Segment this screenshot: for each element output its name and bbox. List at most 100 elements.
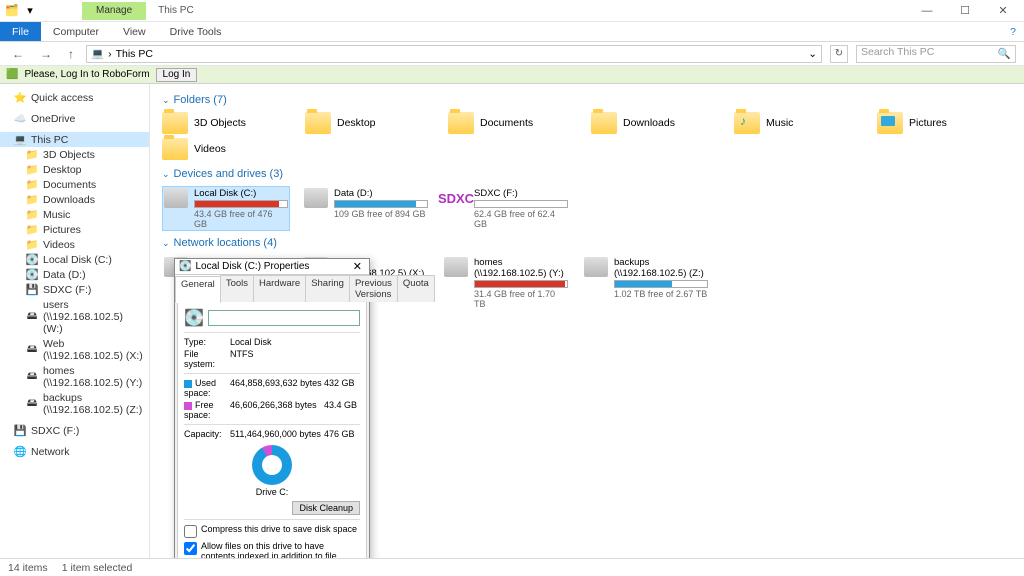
help-icon[interactable]: ?: [1010, 22, 1024, 41]
sidebar-this-pc[interactable]: 💻This PC: [0, 132, 149, 147]
sdcard-icon: 💾: [26, 284, 38, 296]
quick-access-toolbar: 🗂️ ▾: [0, 3, 42, 19]
disk-cleanup-button[interactable]: Disk Cleanup: [292, 501, 360, 515]
tab-tools[interactable]: Tools: [220, 275, 254, 302]
sidebar-item[interactable]: 📁Pictures: [0, 222, 149, 237]
sidebar-item[interactable]: 📁Desktop: [0, 162, 149, 177]
contextual-tab-manage[interactable]: Manage: [82, 2, 146, 20]
tab-drive-tools[interactable]: Drive Tools: [158, 22, 234, 41]
network-drive-item[interactable]: homes (\\192.168.102.5) (Y:)31.4 GB free…: [442, 255, 570, 311]
sidebar-item[interactable]: 📁 Videos: [0, 237, 149, 252]
network-drive-icon: 🖴: [26, 371, 38, 383]
close-button[interactable]: ✕: [990, 4, 1016, 17]
folder-item[interactable]: 3D Objects: [162, 112, 297, 134]
sidebar-item[interactable]: 🖴Web (\\192.168.102.5) (X:): [0, 336, 149, 363]
sidebar-item-label: Local Disk (C:): [43, 254, 112, 266]
roboform-bar: 🟩 Please, Log In to RoboForm Log In: [0, 66, 1024, 84]
sidebar-item-label: OneDrive: [31, 113, 75, 125]
status-item-count: 14 items: [8, 562, 48, 574]
sidebar-item-label: Videos: [43, 239, 75, 251]
folder-item[interactable]: Downloads: [591, 112, 726, 134]
sidebar-item[interactable]: 💽Local Disk (C:): [0, 252, 149, 267]
star-icon: ⭐: [14, 92, 26, 104]
roboform-message: Please, Log In to RoboForm: [24, 69, 149, 80]
sidebar-item[interactable]: 📁Music: [0, 207, 149, 222]
section-header-folders[interactable]: Folders (7): [162, 94, 1012, 106]
free-bytes: 46,606,266,368 bytes: [230, 400, 324, 420]
roboform-icon: 🟩: [6, 69, 18, 80]
dialog-titlebar[interactable]: 💽 Local Disk (C:) Properties ✕: [175, 259, 369, 275]
maximize-button[interactable]: ☐: [952, 4, 978, 17]
folder-label: Documents: [480, 117, 533, 129]
folder-label: Videos: [194, 143, 226, 155]
folder-label: Downloads: [623, 117, 675, 129]
drive-item[interactable]: Local Disk (C:)43.4 GB free of 476 GB: [162, 186, 290, 231]
sidebar-item-label: Documents: [43, 179, 96, 191]
hdd-icon: [164, 188, 188, 208]
drive-item[interactable]: SDXCSDXC (F:)62.4 GB free of 62.4 GB: [442, 186, 570, 231]
drives-row: Local Disk (C:)43.4 GB free of 476 GB Dat…: [162, 186, 1012, 231]
checkbox-label: Allow files on this drive to have conten…: [201, 541, 360, 558]
checkbox-label: Compress this drive to save disk space: [201, 524, 357, 534]
pc-icon: 💻: [14, 134, 26, 146]
sidebar-item-label: SDXC (F:): [31, 425, 79, 437]
network-drive-item[interactable]: backups (\\192.168.102.5) (Z:)1.02 TB fr…: [582, 255, 710, 311]
tab-previous-versions[interactable]: Previous Versions: [349, 275, 398, 302]
sidebar-quick-access[interactable]: ⭐Quick access: [0, 90, 149, 105]
drive-item[interactable]: Data (D:)109 GB free of 894 GB: [302, 186, 430, 231]
folder-item[interactable]: Documents: [448, 112, 583, 134]
sidebar-item-label: Pictures: [43, 224, 81, 236]
dialog-close-button[interactable]: ✕: [350, 260, 365, 273]
nav-forward-button[interactable]: →: [36, 47, 56, 61]
folder-item[interactable]: Pictures: [877, 112, 1012, 134]
sidebar-item[interactable]: 💽Data (D:): [0, 267, 149, 282]
nav-up-button[interactable]: ↑: [64, 47, 78, 61]
folder-item[interactable]: Music: [734, 112, 869, 134]
index-checkbox[interactable]: Allow files on this drive to have conten…: [184, 541, 360, 558]
filesystem-label: File system:: [184, 349, 230, 369]
folder-item[interactable]: Desktop: [305, 112, 440, 134]
minimize-button[interactable]: —: [914, 5, 940, 17]
tab-quota[interactable]: Quota: [397, 275, 435, 302]
drive-label-input[interactable]: [208, 310, 360, 326]
sidebar-onedrive[interactable]: ☁️OneDrive: [0, 111, 149, 126]
sidebar-item[interactable]: 📁3D Objects: [0, 147, 149, 162]
folder-label: Pictures: [909, 117, 947, 129]
sidebar-item[interactable]: 🖴homes (\\192.168.102.5) (Y:): [0, 363, 149, 390]
tab-computer[interactable]: Computer: [41, 22, 111, 41]
section-header-drives[interactable]: Devices and drives (3): [162, 168, 1012, 180]
folder-item[interactable]: Videos: [162, 138, 297, 160]
compress-checkbox[interactable]: Compress this drive to save disk space: [184, 524, 360, 538]
chevron-down-icon[interactable]: ⌄: [808, 48, 817, 60]
breadcrumb-segment[interactable]: This PC: [116, 48, 153, 60]
window-title: This PC: [158, 5, 194, 16]
tab-view[interactable]: View: [111, 22, 158, 41]
folder-icon: 📁: [26, 239, 38, 251]
sidebar-item[interactable]: 📁Documents: [0, 177, 149, 192]
dialog-title: Local Disk (C:) Properties: [195, 261, 309, 272]
sidebar-item-label: Music: [43, 209, 70, 221]
sidebar-item[interactable]: 💾SDXC (F:): [0, 282, 149, 297]
sidebar-item[interactable]: 🖴backups (\\192.168.102.5) (Z:): [0, 390, 149, 417]
qat-dropdown-icon[interactable]: ▾: [22, 3, 38, 19]
search-input[interactable]: Search This PC 🔍: [856, 45, 1016, 63]
capacity-gb: 476 GB: [324, 429, 360, 439]
folder-icon: [162, 138, 188, 160]
status-selection: 1 item selected: [62, 562, 133, 574]
tab-sharing[interactable]: Sharing: [305, 275, 350, 302]
tab-hardware[interactable]: Hardware: [253, 275, 306, 302]
breadcrumb[interactable]: 💻 › This PC ⌄: [86, 45, 822, 63]
drive-icon: 💽: [26, 269, 38, 281]
sidebar-network[interactable]: 🌐Network: [0, 444, 149, 459]
roboform-login-button[interactable]: Log In: [156, 68, 198, 82]
tab-file[interactable]: File: [0, 22, 41, 41]
filesystem-value: NTFS: [230, 349, 324, 369]
nav-back-button[interactable]: ←: [8, 47, 28, 61]
sidebar-sdxc[interactable]: 💾SDXC (F:): [0, 423, 149, 438]
tab-general[interactable]: General: [175, 276, 221, 303]
sidebar-item[interactable]: 📁Downloads: [0, 192, 149, 207]
sidebar-item[interactable]: 🖴users (\\192.168.102.5) (W:): [0, 297, 149, 336]
section-header-netloc[interactable]: Network locations (4): [162, 237, 1012, 249]
refresh-button[interactable]: ↻: [830, 45, 848, 63]
drive-name: backups (\\192.168.102.5) (Z:): [614, 257, 708, 279]
